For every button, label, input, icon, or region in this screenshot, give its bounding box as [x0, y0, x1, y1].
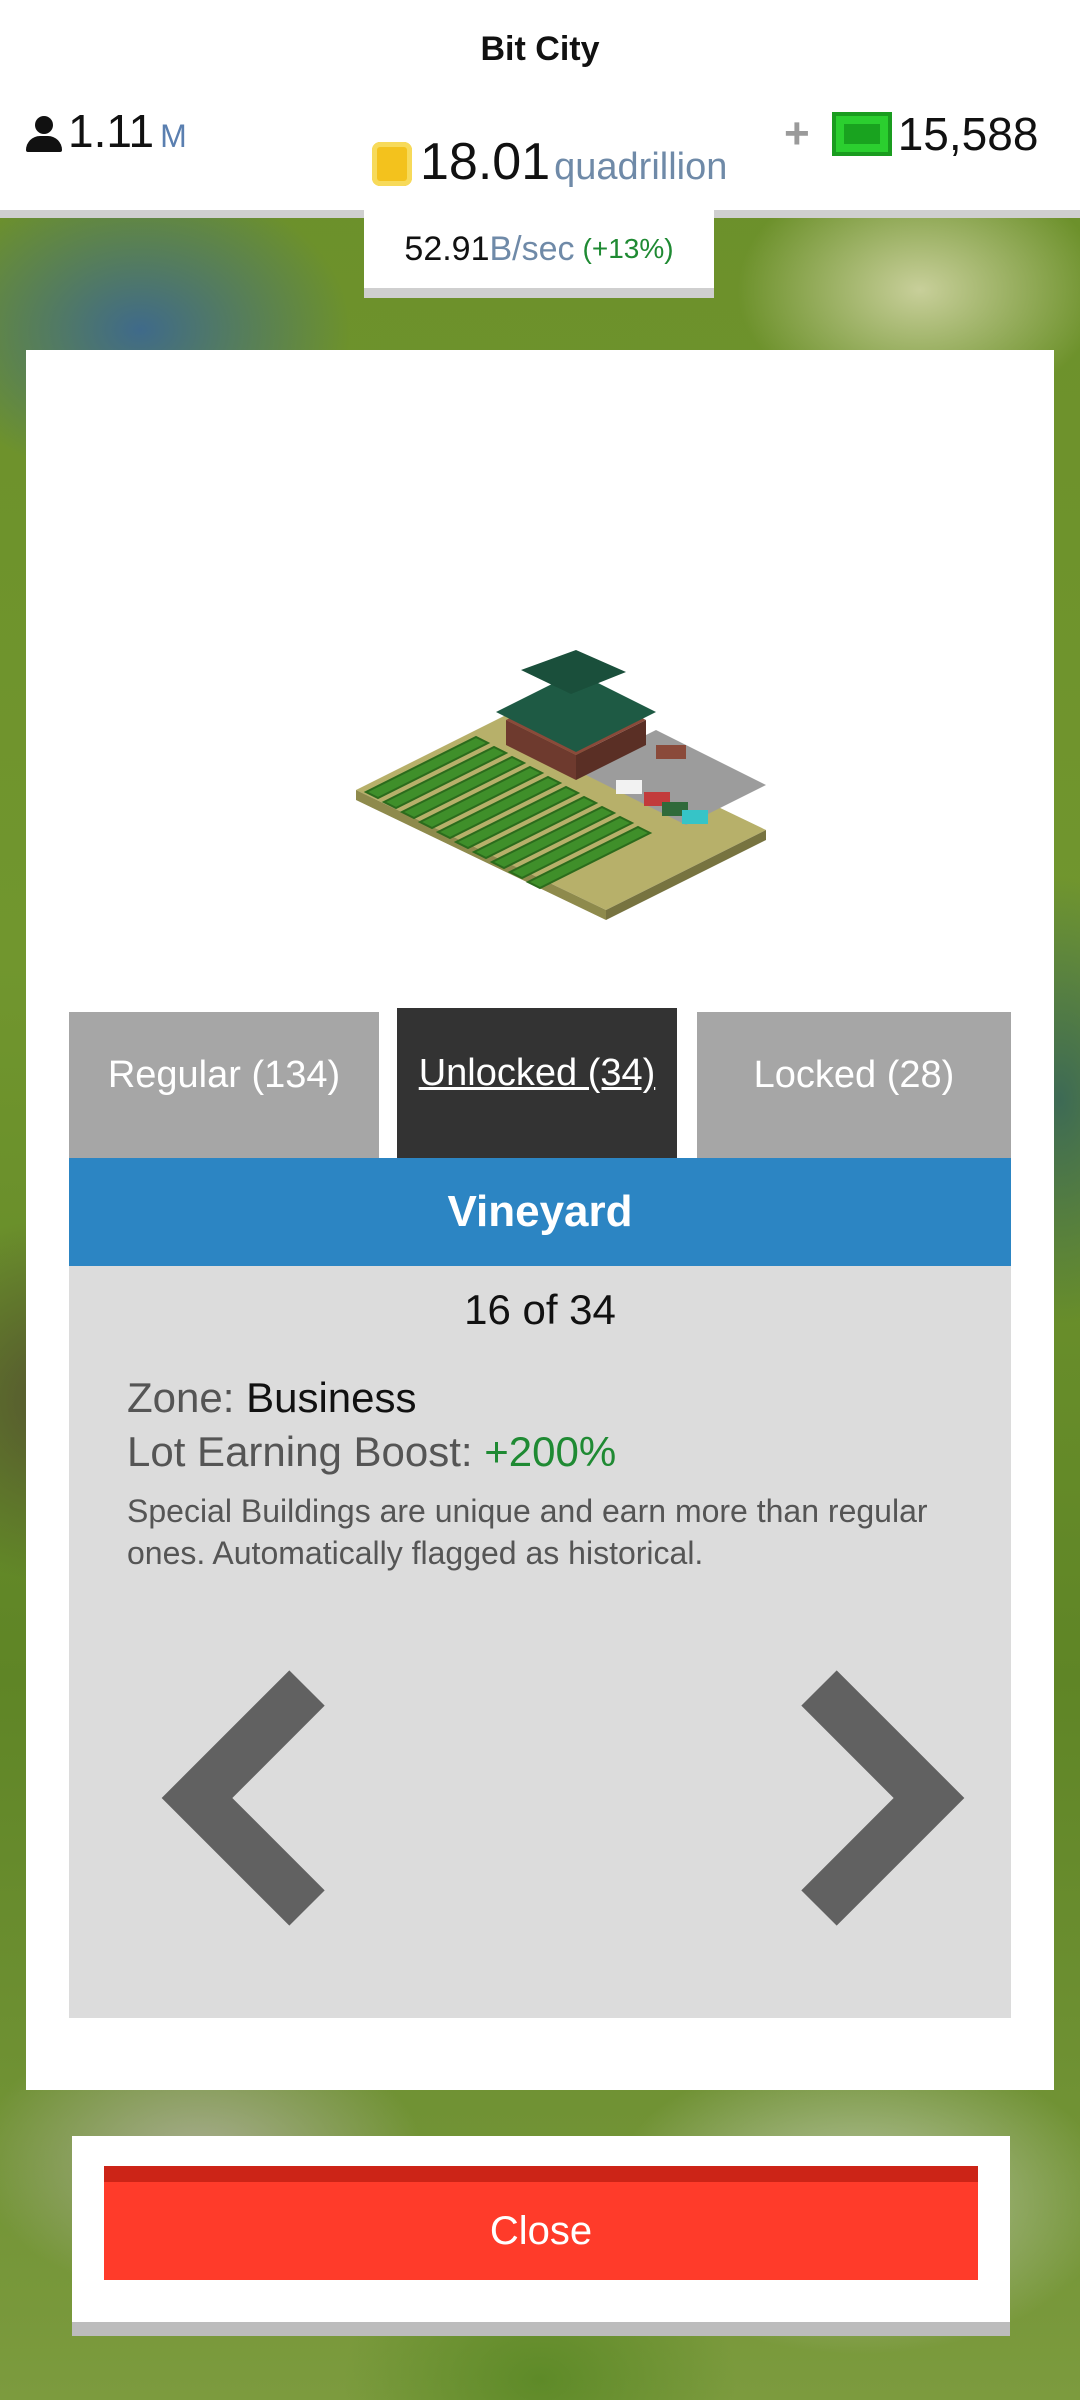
money-counter: 18.01 quadrillion [372, 132, 727, 196]
person-icon [26, 116, 62, 152]
vineyard-building-image [356, 650, 766, 920]
building-counter: 16 of 34 [464, 1286, 616, 1333]
building-name: Vineyard [69, 1158, 1011, 1266]
boost-row: Lot Earning Boost: +200% [127, 1428, 616, 1476]
boost-label: Lot Earning Boost: [127, 1428, 473, 1475]
tab-locked[interactable]: Locked (28) [697, 1012, 1011, 1158]
tab-unlocked[interactable]: Unlocked (34) [397, 1008, 677, 1158]
previous-arrow-icon[interactable] [157, 1668, 357, 1928]
city-name: Bit City [480, 30, 600, 68]
cash-counter[interactable]: + 15,588 [784, 104, 1038, 164]
cash-value: 15,588 [897, 108, 1039, 160]
rate-boost: (+13%) [582, 233, 674, 264]
zone-row: Zone: Business [127, 1374, 417, 1422]
building-description: Special Buildings are unique and earn mo… [127, 1493, 928, 1571]
cash-bill-icon [831, 112, 892, 156]
coin-icon [372, 142, 412, 186]
close-button[interactable]: Close [104, 2166, 978, 2280]
population-counter: 1.11 M [26, 104, 187, 164]
close-button-frame: Close [72, 2136, 1010, 2336]
building-info-panel: Vineyard 16 of 34 Zone: Business Lot Ear… [69, 1158, 1011, 2018]
rate-value: 52.91 [404, 229, 490, 268]
money-unit: quadrillion [554, 146, 728, 188]
boost-value: +200% [484, 1428, 617, 1475]
money-value: 18.01 [420, 133, 551, 191]
top-status-bar: Bit City 1.11 M 18.01 quadrillion + 15,5… [0, 0, 1080, 218]
zone-label: Zone: [127, 1374, 235, 1421]
building-collection-dialog: Regular (134) Unlocked (34) Locked (28) … [26, 350, 1054, 2090]
population-unit: M [160, 118, 187, 154]
rate-unit: B/sec [489, 229, 575, 268]
income-rate: 52.91 B/sec (+13%) [364, 210, 714, 298]
tab-regular[interactable]: Regular (134) [69, 1012, 379, 1158]
next-arrow-icon[interactable] [769, 1668, 969, 1928]
population-value: 1.11 [68, 105, 155, 157]
plus-icon[interactable]: + [784, 109, 810, 159]
collection-tabs: Regular (134) Unlocked (34) Locked (28) [69, 1008, 1011, 1158]
zone-value: Business [246, 1374, 417, 1421]
